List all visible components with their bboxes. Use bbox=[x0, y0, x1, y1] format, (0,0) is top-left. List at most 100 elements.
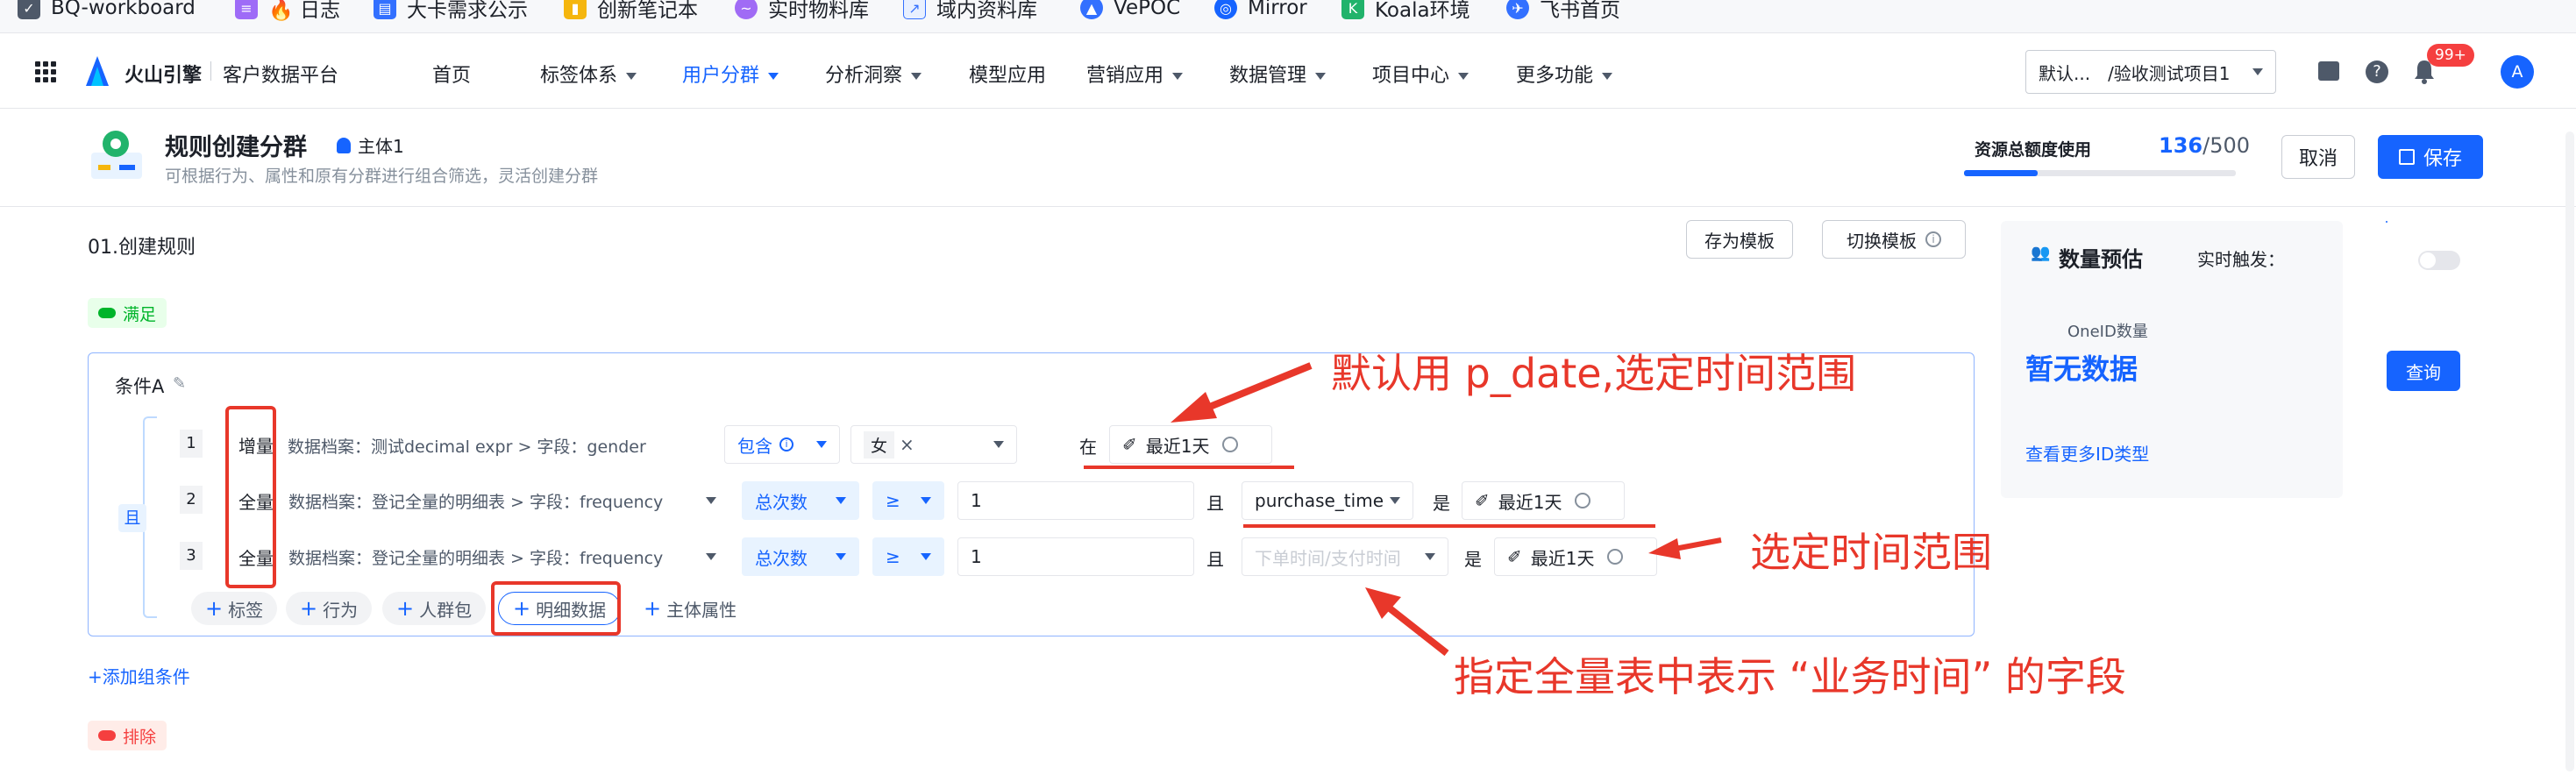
realtime-label: 实时触发： bbox=[2197, 249, 2285, 270]
cancel-button[interactable]: 取消 bbox=[2281, 135, 2355, 179]
folder-icon: ▮ bbox=[564, 0, 587, 19]
quota-card: 资源总额度使用 136/500 bbox=[1964, 126, 2250, 195]
bird-icon: ▲ bbox=[1080, 0, 1103, 19]
field-path-select[interactable]: 数据档案：登记全量的明细表 > 字段：frequency bbox=[279, 481, 729, 520]
clock-icon bbox=[1606, 549, 1623, 565]
number-input[interactable]: 1 bbox=[957, 481, 1194, 520]
annotation-box-detail bbox=[491, 581, 621, 636]
plus-icon: + bbox=[396, 596, 415, 621]
value-select[interactable]: 女 × bbox=[850, 425, 1017, 464]
bookmark-domain-library[interactable]: ↗ 域内资料库 bbox=[903, 0, 1037, 22]
close-icon: × bbox=[900, 434, 914, 455]
nav-models[interactable]: 模型应用 bbox=[969, 60, 1046, 88]
plus-icon: + bbox=[205, 596, 224, 621]
quota-label: 资源总额度使用 bbox=[1975, 140, 2092, 160]
toggle-off-icon bbox=[98, 730, 116, 741]
bookmark-notebook[interactable]: ▮ 创新笔记本 bbox=[564, 0, 698, 22]
chart-icon: ↗ bbox=[903, 0, 926, 19]
pin-icon: ✐ bbox=[1475, 490, 1490, 511]
nav-home[interactable]: 首页 bbox=[432, 60, 471, 88]
exclude-tag[interactable]: 排除 bbox=[88, 721, 167, 750]
annotation-underline-1 bbox=[1084, 466, 1294, 469]
save-template-button[interactable]: 存为模板 bbox=[1686, 220, 1793, 259]
bookmark-koala[interactable]: K Koala环境 bbox=[1341, 0, 1470, 22]
query-button[interactable]: 查询 bbox=[2387, 351, 2460, 391]
bookmark-mirror[interactable]: ◎ Mirror bbox=[1214, 0, 1307, 21]
nav-projects[interactable]: 项目中心 bbox=[1372, 60, 1469, 88]
business-time-field-select[interactable]: purchase_time bbox=[1242, 481, 1413, 520]
oneid-label: OneID数量 bbox=[2067, 323, 2148, 341]
help-icon[interactable]: ? bbox=[2366, 60, 2388, 83]
message-icon[interactable] bbox=[2318, 61, 2339, 81]
nav-data[interactable]: 数据管理 bbox=[1229, 60, 1327, 88]
section-title: 01.创建规则 bbox=[88, 237, 196, 259]
and-connector[interactable]: 且 bbox=[118, 504, 146, 532]
nav-more[interactable]: 更多功能 bbox=[1516, 60, 1613, 88]
pin-icon: ✐ bbox=[1122, 434, 1137, 455]
satisfy-tag[interactable]: 满足 bbox=[88, 298, 167, 328]
bookmark-requirements[interactable]: ▤ 大卡需求公示 bbox=[374, 0, 528, 22]
brand-name: 火山引擎 bbox=[125, 65, 203, 87]
row-index: 3 bbox=[180, 542, 203, 570]
time-range-picker[interactable]: ✐ 最近1天 bbox=[1109, 425, 1272, 464]
project-select[interactable]: 默认... /验收测试项目1 bbox=[2025, 50, 2276, 94]
bookmark-log[interactable]: ≡ 🔥 日志 bbox=[235, 0, 340, 22]
add-group-condition-link[interactable]: +添加组条件 bbox=[88, 663, 190, 688]
operator-select[interactable]: 包含 i bbox=[724, 425, 840, 464]
field-path-select[interactable]: 数据档案：登记全量的明细表 > 字段：frequency bbox=[279, 537, 729, 576]
time-range-picker[interactable]: ✐ 最近1天 bbox=[1494, 537, 1657, 576]
aggregate-select[interactable]: 总次数 bbox=[742, 481, 859, 520]
pin-icon: ✐ bbox=[1507, 546, 1522, 567]
row-index: 2 bbox=[180, 486, 203, 514]
condition-title: 条件A bbox=[115, 376, 165, 397]
compare-select[interactable]: ≥ bbox=[872, 481, 944, 520]
bookmark-lark[interactable]: ✈ 飞书首页 bbox=[1506, 0, 1620, 22]
doc-icon: ▤ bbox=[374, 0, 396, 19]
clock-icon bbox=[1574, 493, 1590, 508]
clock-icon bbox=[1221, 437, 1238, 452]
row-path: 数据档案：测试decimal expr > 字段：gender bbox=[288, 437, 646, 457]
more-id-types-link[interactable]: 查看更多ID类型 bbox=[2025, 440, 2149, 466]
add-tag-button[interactable]: + 标签 bbox=[191, 592, 278, 625]
add-crowd-pack-button[interactable]: + 人群包 bbox=[382, 592, 487, 625]
mirror-icon: ◎ bbox=[1214, 0, 1237, 19]
quota-value: 136/500 bbox=[2159, 133, 2251, 158]
compare-select[interactable]: ≥ bbox=[872, 537, 944, 576]
avatar[interactable]: A bbox=[2501, 55, 2534, 89]
nav-segments[interactable]: 用户分群 bbox=[682, 60, 779, 88]
bookmark-material[interactable]: ~ 实时物料库 bbox=[735, 0, 869, 22]
edit-icon[interactable]: ✎ bbox=[173, 374, 186, 393]
add-behavior-button[interactable]: + 行为 bbox=[286, 592, 373, 625]
row-conj: 且 bbox=[1206, 549, 1224, 570]
nav-tags[interactable]: 标签体系 bbox=[540, 60, 637, 88]
user-icon bbox=[337, 137, 351, 153]
bookmark-vepoc[interactable]: ▲ VePOC bbox=[1080, 0, 1180, 21]
annotation-box-type bbox=[225, 406, 276, 588]
scrollbar[interactable] bbox=[2565, 132, 2574, 771]
realtime-toggle[interactable] bbox=[2418, 251, 2460, 270]
aggregate-select[interactable]: 总次数 bbox=[742, 537, 859, 576]
switch-template-button[interactable]: 切换模板 i bbox=[1822, 220, 1966, 259]
row-conj: 且 bbox=[1206, 493, 1224, 514]
subject-tag: 主体1 bbox=[337, 132, 404, 158]
number-input[interactable]: 1 bbox=[957, 537, 1194, 576]
nav-insights[interactable]: 分析洞察 bbox=[825, 60, 922, 88]
business-time-field-select[interactable]: 下单时间/支付时间 bbox=[1242, 537, 1448, 576]
page-header: 规则创建分群 主体1 可根据行为、属性和原有分群进行组合筛选，灵活创建分群 资源… bbox=[0, 109, 2576, 207]
top-nav: 火山引擎 客户数据平台 首页 标签体系 用户分群 分析洞察 模型应用 营销应用 … bbox=[0, 35, 2576, 109]
page-title: 规则创建分群 bbox=[165, 134, 307, 161]
plus-icon: + bbox=[644, 596, 662, 621]
app-grid-icon[interactable] bbox=[35, 61, 56, 82]
time-range-picker[interactable]: ✐ 最近1天 bbox=[1462, 481, 1625, 520]
estimate-title: 数量预估 bbox=[2059, 247, 2143, 272]
volcano-logo-icon bbox=[86, 56, 109, 86]
add-subject-attr-button[interactable]: + 主体属性 bbox=[630, 592, 751, 625]
bookmark-bq-workboard[interactable]: ✓ BQ-workboard bbox=[18, 0, 196, 21]
lark-icon: ✈ bbox=[1506, 0, 1529, 19]
save-button[interactable]: 保存 bbox=[2378, 135, 2483, 179]
nav-marketing[interactable]: 营销应用 bbox=[1086, 60, 1184, 88]
no-data-text: 暂无数据 bbox=[2025, 352, 2138, 386]
page-subtitle: 可根据行为、属性和原有分群进行组合筛选，灵活创建分群 bbox=[165, 167, 599, 186]
info-icon: i bbox=[1925, 231, 1941, 247]
wave-icon: ~ bbox=[735, 0, 758, 19]
